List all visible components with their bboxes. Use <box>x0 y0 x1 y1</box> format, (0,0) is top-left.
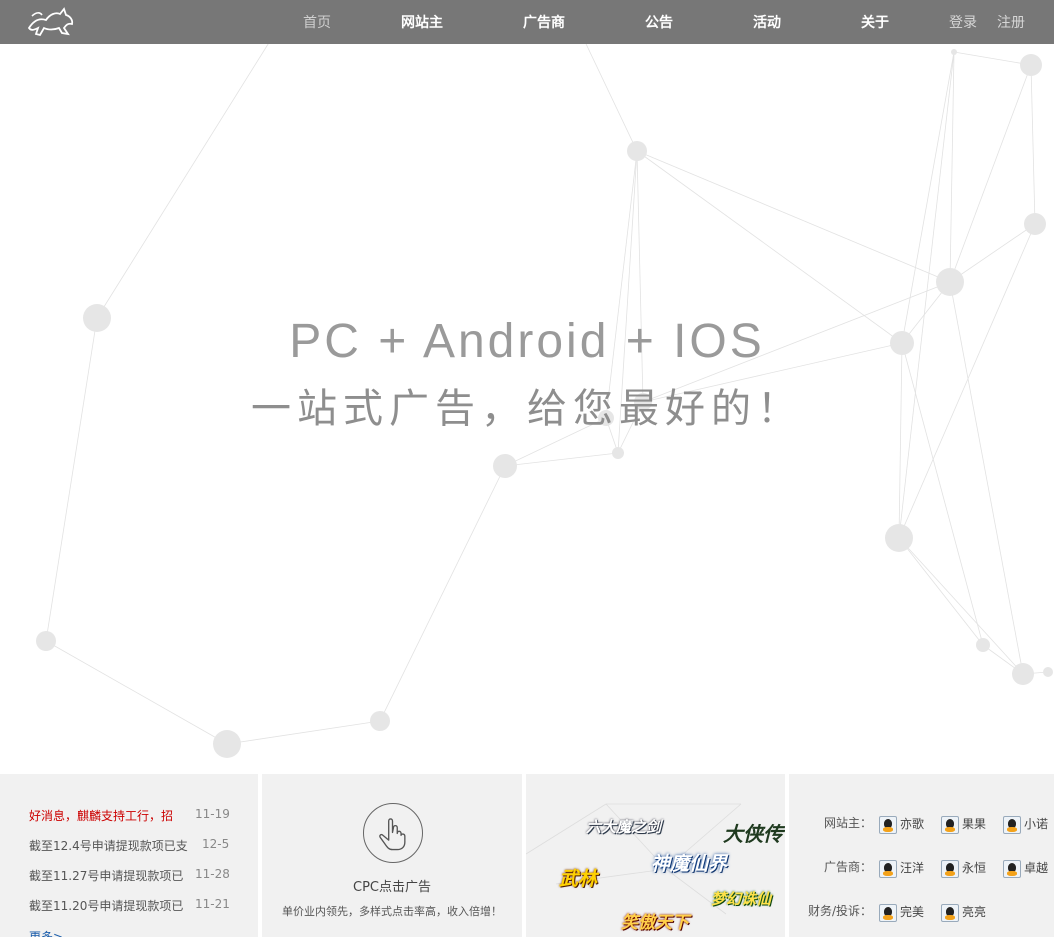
contact-label: 财务/投诉： <box>807 904 872 918</box>
qq-contact[interactable]: 汪洋 <box>879 859 924 878</box>
qq-contact[interactable]: 亦歌 <box>879 815 924 834</box>
network-line <box>226 720 381 745</box>
nav-home[interactable]: 首页 <box>303 12 331 32</box>
qq-contact[interactable]: 永恒 <box>941 859 986 878</box>
qq-penguin-icon <box>879 903 897 922</box>
network-line <box>379 465 506 722</box>
cpc-title: CPC点击广告 <box>353 880 431 895</box>
nav-publisher[interactable]: 网站主 <box>401 12 443 32</box>
network-line <box>898 537 984 646</box>
news-item[interactable]: 截至12.4号申请提现款项已支 12-5 <box>29 837 229 854</box>
news-panel: 好消息，麒麟支持工行，招 11-19 截至12.4号申请提现款项已支 12-5 … <box>0 774 258 937</box>
news-item[interactable]: 截至11.27号申请提现款项已 11-28 <box>29 867 230 884</box>
qq-penguin-icon <box>879 815 897 834</box>
network-node <box>1012 663 1034 685</box>
register-link[interactable]: 注册 <box>997 12 1025 32</box>
qq-contact[interactable]: 小诺 <box>1003 815 1048 834</box>
game-logo[interactable]: 梦幻诛仙 <box>711 888 771 909</box>
games-panel: 六大魔之剑 大侠传 神魔仙界 武林 梦幻诛仙 笑傲天下 <box>526 774 785 937</box>
more-news-link[interactable]: 更多> <box>29 928 63 937</box>
qq-contact[interactable]: 果果 <box>941 815 986 834</box>
qq-contact[interactable]: 亮亮 <box>941 903 986 922</box>
network-line <box>949 51 955 283</box>
qq-penguin-icon <box>941 859 959 878</box>
network-line <box>636 150 951 283</box>
network-node <box>951 49 957 55</box>
network-line <box>953 51 1032 66</box>
qilin-logo-icon[interactable] <box>26 6 76 38</box>
network-node <box>36 631 56 651</box>
network-node <box>936 268 964 296</box>
network-node <box>612 447 624 459</box>
network-node <box>1043 667 1053 677</box>
network-node <box>976 638 990 652</box>
game-logo[interactable]: 六大魔之剑 <box>586 816 661 837</box>
game-logo[interactable]: 神魔仙界 <box>651 849 727 876</box>
network-node <box>1020 54 1042 76</box>
network-node <box>493 454 517 478</box>
hero-platforms: PC + Android + IOS <box>289 315 765 368</box>
network-line <box>96 40 271 319</box>
game-logo[interactable]: 笑傲天下 <box>621 908 689 933</box>
qq-contact[interactable]: 完美 <box>879 903 924 922</box>
network-node <box>213 730 241 758</box>
qq-penguin-icon <box>1003 859 1021 878</box>
network-node <box>885 524 913 552</box>
cpc-panel[interactable]: CPC点击广告 单价业内领先，多样式点击率高，收入倍增！ <box>262 774 522 937</box>
news-item[interactable]: 好消息，麒麟支持工行，招 11-19 <box>29 807 230 824</box>
nav-notice[interactable]: 公告 <box>645 12 673 32</box>
network-node <box>1024 213 1046 235</box>
game-logo[interactable]: 大侠传 <box>723 818 783 847</box>
contact-label: 网站主： <box>823 816 872 830</box>
qq-penguin-icon <box>941 815 959 834</box>
contact-panel: 网站主： 亦歌 果果 小诺 广告商： 汪洋 永恒 卓越 财务/投诉： 完美 亮亮 <box>789 774 1054 937</box>
contact-label: 广告商： <box>823 860 872 874</box>
network-line <box>949 64 1032 283</box>
network-line <box>898 342 903 539</box>
network-node <box>627 141 647 161</box>
news-item[interactable]: 截至11.20号申请提现款项已 11-21 <box>29 897 230 914</box>
network-line <box>504 452 619 467</box>
network-line <box>898 537 1024 675</box>
network-line <box>577 26 638 152</box>
login-link[interactable]: 登录 <box>949 12 977 32</box>
network-node <box>370 711 390 731</box>
nav-about[interactable]: 关于 <box>861 12 889 32</box>
game-logo[interactable]: 武林 <box>559 864 597 891</box>
qq-penguin-icon <box>1003 815 1021 834</box>
network-line <box>1030 64 1036 225</box>
network-line <box>901 51 955 344</box>
hero-slogan: 一站式广告，给您最好的！ <box>251 386 803 432</box>
qq-penguin-icon <box>879 859 897 878</box>
nav-activity[interactable]: 活动 <box>753 12 781 32</box>
nav-advertiser[interactable]: 广告商 <box>523 12 565 32</box>
qq-contact[interactable]: 卓越 <box>1003 859 1048 878</box>
hand-pointer-icon <box>363 803 423 863</box>
network-line <box>45 640 228 745</box>
qq-penguin-icon <box>941 903 959 922</box>
cpc-description: 单价业内领先，多样式点击率高，收入倍增！ <box>282 905 502 918</box>
top-nav: 首页 网站主 广告商 公告 活动 关于 登录 注册 <box>0 0 1054 44</box>
